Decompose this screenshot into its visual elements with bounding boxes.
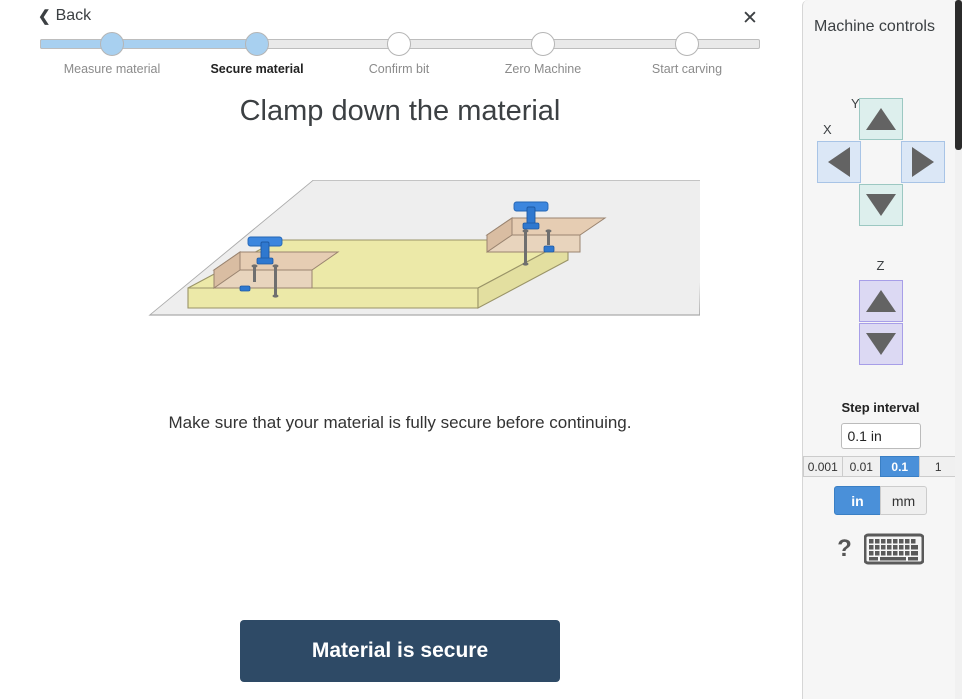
shortcuts-row: ? xyxy=(803,533,958,565)
close-icon[interactable]: ✕ xyxy=(738,6,762,30)
jog-x-minus-button[interactable] xyxy=(817,141,861,183)
step-interval-label: Step interval xyxy=(841,400,920,415)
question-mark-icon[interactable]: ? xyxy=(837,537,852,561)
material-is-secure-button[interactable]: Material is secure xyxy=(240,620,560,682)
page-title: Clamp down the material xyxy=(239,95,561,127)
scrollbar-thumb[interactable] xyxy=(955,0,962,150)
step-interval-section: Step interval 0.0010.010.11 inmm ? xyxy=(803,400,958,565)
units-toggle-group: in mm xyxy=(803,486,958,515)
keyboard-icon[interactable] xyxy=(863,533,924,565)
triangle-up-icon xyxy=(866,290,896,312)
stepper-label-1[interactable]: Secure material xyxy=(210,62,303,76)
unit-button-mm[interactable]: mm xyxy=(880,486,927,515)
jog-z-plus-button[interactable] xyxy=(859,280,903,322)
step-preset-0.1[interactable]: 0.1 xyxy=(880,456,920,477)
cnc-bed-with-clamped-material-illustration xyxy=(148,180,700,316)
machine-controls-panel: Machine controls Y X Z Step interval 0.1… xyxy=(802,0,958,699)
step-preset-0.01[interactable]: 0.01 xyxy=(841,456,881,477)
stepper-label-4[interactable]: Start carving xyxy=(652,62,722,76)
step-preset-1[interactable]: 1 xyxy=(918,456,958,477)
stepper-label-3[interactable]: Zero Machine xyxy=(505,62,581,76)
z-axis-label: Z xyxy=(876,258,885,273)
triangle-down-icon xyxy=(866,333,896,355)
triangle-up-icon xyxy=(866,108,896,130)
stepper-dot-0[interactable] xyxy=(100,32,124,56)
jog-x-plus-button[interactable] xyxy=(901,141,945,183)
stepper-label-2[interactable]: Confirm bit xyxy=(369,62,429,76)
stepper-dot-4[interactable] xyxy=(675,32,699,56)
page-scrollbar[interactable] xyxy=(955,0,962,699)
xy-jog-pad: Y X xyxy=(803,96,958,228)
stepper-label-0[interactable]: Measure material xyxy=(64,62,161,76)
jog-y-minus-button[interactable] xyxy=(859,184,903,226)
triangle-left-icon xyxy=(828,147,850,177)
step-interval-input[interactable] xyxy=(840,423,921,449)
stepper-dot-2[interactable] xyxy=(387,32,411,56)
chevron-left-icon: ❮ xyxy=(38,7,51,25)
z-jog-pad: Z xyxy=(803,258,958,373)
wizard-main-pane: ❮ Back ✕ Measure material Secure material… xyxy=(0,0,800,699)
triangle-down-icon xyxy=(866,194,896,216)
step-preset-group: 0.001 0.01 0.1 1 xyxy=(803,456,958,477)
triangle-right-icon xyxy=(912,147,934,177)
jog-y-plus-button[interactable] xyxy=(859,98,903,140)
back-button[interactable]: ❮ Back xyxy=(38,7,91,25)
machine-controls-title: Machine controls xyxy=(814,18,935,35)
step-preset-0.001[interactable]: 0.001 xyxy=(803,456,843,477)
stepper-dot-3[interactable] xyxy=(531,32,555,56)
carve-setup-wizard: ❮ Back ✕ Measure material Secure material… xyxy=(0,0,962,699)
x-axis-label: X xyxy=(823,122,832,137)
wizard-stepper: Measure material Secure material Confirm b… xyxy=(40,32,760,88)
back-label: Back xyxy=(55,7,92,24)
instruction-text: Make sure that your material is fully se… xyxy=(168,413,632,432)
stepper-dot-1[interactable] xyxy=(245,32,269,56)
jog-z-minus-button[interactable] xyxy=(859,323,903,365)
unit-button-in[interactable]: in xyxy=(834,486,881,515)
stepper-progress-fill xyxy=(40,39,261,49)
